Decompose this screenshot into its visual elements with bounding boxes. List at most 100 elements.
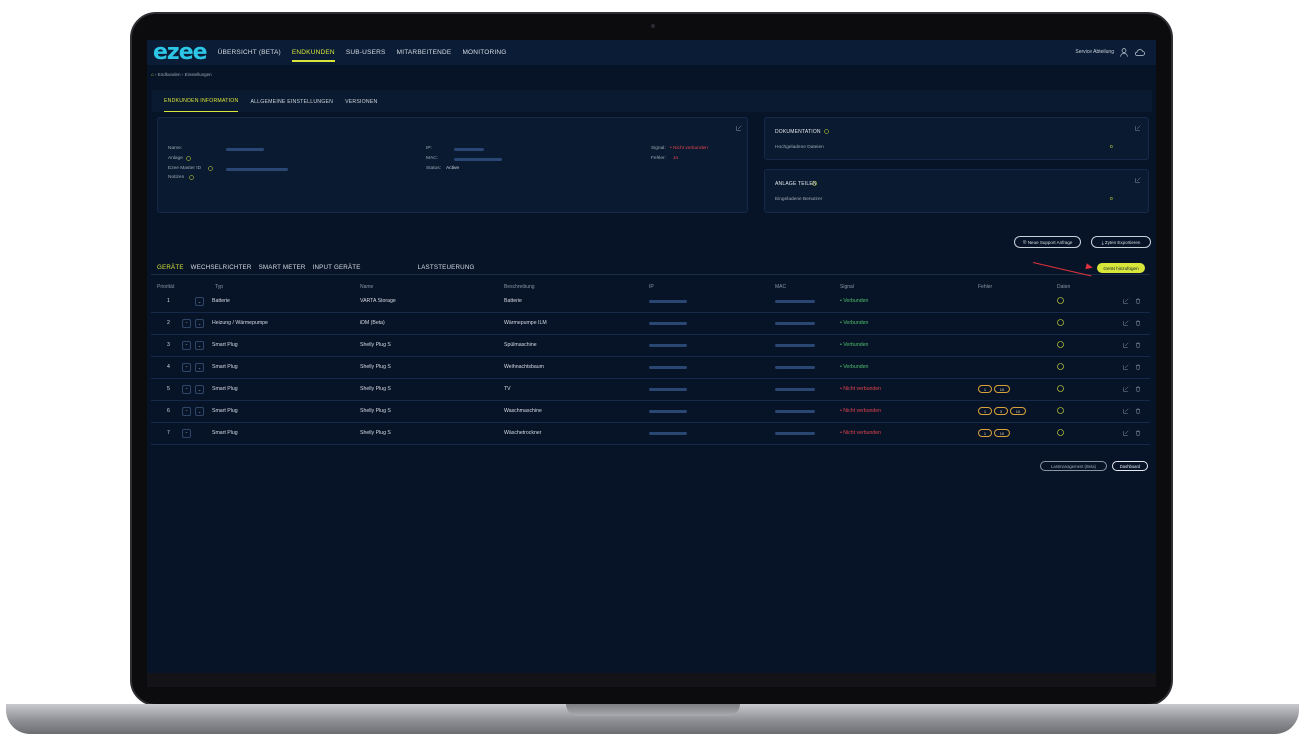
trash-icon[interactable] <box>1135 320 1141 326</box>
tab-smart-meter[interactable]: SMART METER <box>259 264 306 271</box>
info-icon[interactable] <box>824 129 829 134</box>
signal-status: • Nicht verbunden <box>840 386 882 392</box>
tab-laststeuerung[interactable]: LASTSTEUERUNG <box>418 264 475 271</box>
error-code-pill[interactable]: 10 <box>994 385 1010 393</box>
info-icon[interactable] <box>208 166 213 171</box>
trash-icon[interactable] <box>1135 386 1141 392</box>
invited-users-count: 0 <box>1110 197 1113 202</box>
error-code-pill[interactable]: 1 <box>978 385 992 393</box>
chevron-down-icon[interactable]: ⌄ <box>195 363 204 372</box>
ip-blurred <box>649 344 687 347</box>
tab-endkunden-information[interactable]: ENDKUNDEN INFORMATION <box>164 98 239 112</box>
signal-value: • Nicht verbunden <box>670 146 708 151</box>
data-info-icon[interactable] <box>1057 363 1064 370</box>
edit-icon[interactable] <box>1123 364 1129 370</box>
mac-blurred <box>775 432 815 435</box>
chevron-up-icon[interactable]: ⌃ <box>182 385 191 394</box>
edit-icon[interactable] <box>1123 386 1129 392</box>
edit-icon[interactable] <box>1123 342 1129 348</box>
data-info-icon[interactable] <box>1057 429 1064 436</box>
support-request-button[interactable]: ◎ Neue Support Anfrage <box>1014 236 1081 248</box>
priority-cell: 5 <box>167 386 170 392</box>
chevron-down-icon[interactable]: ⌄ <box>195 385 204 394</box>
data-info-icon[interactable] <box>1057 385 1064 392</box>
chevron-down-icon[interactable]: ⌄ <box>195 319 204 328</box>
chevron-down-icon[interactable]: ⌄ <box>195 341 204 350</box>
trash-icon[interactable] <box>1135 364 1141 370</box>
documentation-title: DOKUMENTATION <box>775 129 821 135</box>
logo[interactable]: ezee <box>153 41 208 64</box>
edit-icon[interactable] <box>736 125 742 131</box>
info-icon[interactable] <box>812 181 817 186</box>
uploaded-files-count: 0 <box>1110 145 1113 150</box>
error-code-pill[interactable]: 10 <box>994 429 1010 437</box>
error-code-pill[interactable]: 10 <box>1010 407 1026 415</box>
description-cell: Wärmepumpe ILM <box>504 320 547 326</box>
edit-icon[interactable] <box>1123 320 1129 326</box>
chevron-down-icon[interactable]: ⌄ <box>195 407 204 416</box>
tab-divider <box>151 274 1150 275</box>
tab-allgemeine-einstellungen[interactable]: ALLGEMEINE EINSTELLUNGEN <box>250 99 333 112</box>
data-info-icon[interactable] <box>1057 319 1064 326</box>
edit-icon[interactable] <box>1135 177 1141 183</box>
top-nav: ezee ÜBERSICHT (BETA) ENDKUNDEN SUB-USER… <box>147 40 1156 65</box>
tab-versionen[interactable]: VERSIONEN <box>345 99 377 112</box>
info-icon[interactable] <box>186 156 191 161</box>
edit-icon[interactable] <box>1135 125 1141 131</box>
add-device-button[interactable]: Gerät hinzufügen <box>1097 263 1145 273</box>
edit-icon[interactable] <box>1123 430 1129 436</box>
edit-icon[interactable] <box>1123 298 1129 304</box>
nav-sub-users[interactable]: SUB-USERS <box>346 40 386 65</box>
nav-uebersicht[interactable]: ÜBERSICHT (BETA) <box>218 40 281 65</box>
tab-wechselrichter[interactable]: WECHSELRICHTER <box>191 264 252 271</box>
chevron-down-icon[interactable]: ⌄ <box>195 297 204 306</box>
data-info-icon[interactable] <box>1057 407 1064 414</box>
error-code-pill[interactable]: 1 <box>978 429 992 437</box>
ip-blurred <box>649 366 687 369</box>
chevron-up-icon[interactable]: ⌃ <box>182 319 191 328</box>
export-button[interactable]: ⤓ Zyten Exportieren <box>1091 236 1151 248</box>
table-row[interactable]: 3 ⌃ ⌄ Smart Plug Shelly Plug S Spülmaschine • … <box>151 335 1150 357</box>
nav-mitarbeitende[interactable]: MITARBEITENDE <box>397 40 452 65</box>
priority-cell: 7 <box>167 430 170 436</box>
trash-icon[interactable] <box>1135 430 1141 436</box>
type-cell: Smart Plug <box>212 430 238 436</box>
edit-icon[interactable] <box>1123 408 1129 414</box>
info-icon[interactable] <box>189 175 194 180</box>
home-icon[interactable]: ⌂ <box>151 72 154 77</box>
table-row[interactable]: 7 ⌃ Smart Plug Shelly Plug S Wäschetrockner •… <box>151 423 1150 445</box>
data-info-icon[interactable] <box>1057 341 1064 348</box>
tab-geraete[interactable]: GERÄTE <box>157 264 184 271</box>
table-row[interactable]: 1 ⌄ Batterie VARTA Storage Batterie • Verbund… <box>151 291 1150 313</box>
chevron-up-icon[interactable]: ⌃ <box>182 407 191 416</box>
table-row[interactable]: 2 ⌃ ⌄ Heizung / Wärmepumpe iDM (Beta) Wärmepu… <box>151 313 1150 335</box>
tab-input-geraete[interactable]: INPUT GERÄTE <box>313 264 361 271</box>
table-row[interactable]: 5 ⌃ ⌄ Smart Plug Shelly Plug S TV • Nicht verb… <box>151 379 1150 401</box>
trash-icon[interactable] <box>1135 342 1141 348</box>
ip-blurred <box>649 432 687 435</box>
invited-users-label: Eingeladene Benutzer <box>775 197 823 202</box>
cloud-icon[interactable] <box>1134 48 1145 56</box>
user-name[interactable]: Service Abteilung <box>1075 40 1114 65</box>
trash-icon[interactable] <box>1135 408 1141 414</box>
nav-monitoring[interactable]: MONITORING <box>462 40 506 65</box>
error-code-pill[interactable]: 3 <box>994 407 1008 415</box>
breadcrumb-endkunden[interactable]: Endkunden <box>158 72 181 77</box>
trash-icon[interactable] <box>1135 298 1141 304</box>
nav-endkunden[interactable]: ENDKUNDEN <box>291 40 335 65</box>
lastmanagement-button[interactable]: Lastmanagement (Beta) <box>1040 461 1107 471</box>
chevron-up-icon[interactable]: ⌃ <box>182 429 191 438</box>
data-info-icon[interactable] <box>1057 297 1064 304</box>
breadcrumb-sep: › <box>181 72 184 77</box>
table-row[interactable]: 4 ⌃ ⌄ Smart Plug Shelly Plug S Weihnachtsbaum… <box>151 357 1150 379</box>
customer-info-panel: Name: Anlage Ezee Master ID Notizen IP: … <box>157 117 748 213</box>
chevron-up-icon[interactable]: ⌃ <box>182 341 191 350</box>
mac-blurred <box>775 322 815 325</box>
signal-status: • Verbunden <box>840 364 869 370</box>
dashboard-button[interactable]: Dashboard <box>1112 461 1148 471</box>
user-icon[interactable] <box>1120 48 1128 57</box>
name-cell: Shelly Plug S <box>360 386 391 392</box>
table-row[interactable]: 6 ⌃ ⌄ Smart Plug Shelly Plug S Waschmaschine •… <box>151 401 1150 423</box>
error-code-pill[interactable]: 1 <box>978 407 992 415</box>
chevron-up-icon[interactable]: ⌃ <box>182 363 191 372</box>
